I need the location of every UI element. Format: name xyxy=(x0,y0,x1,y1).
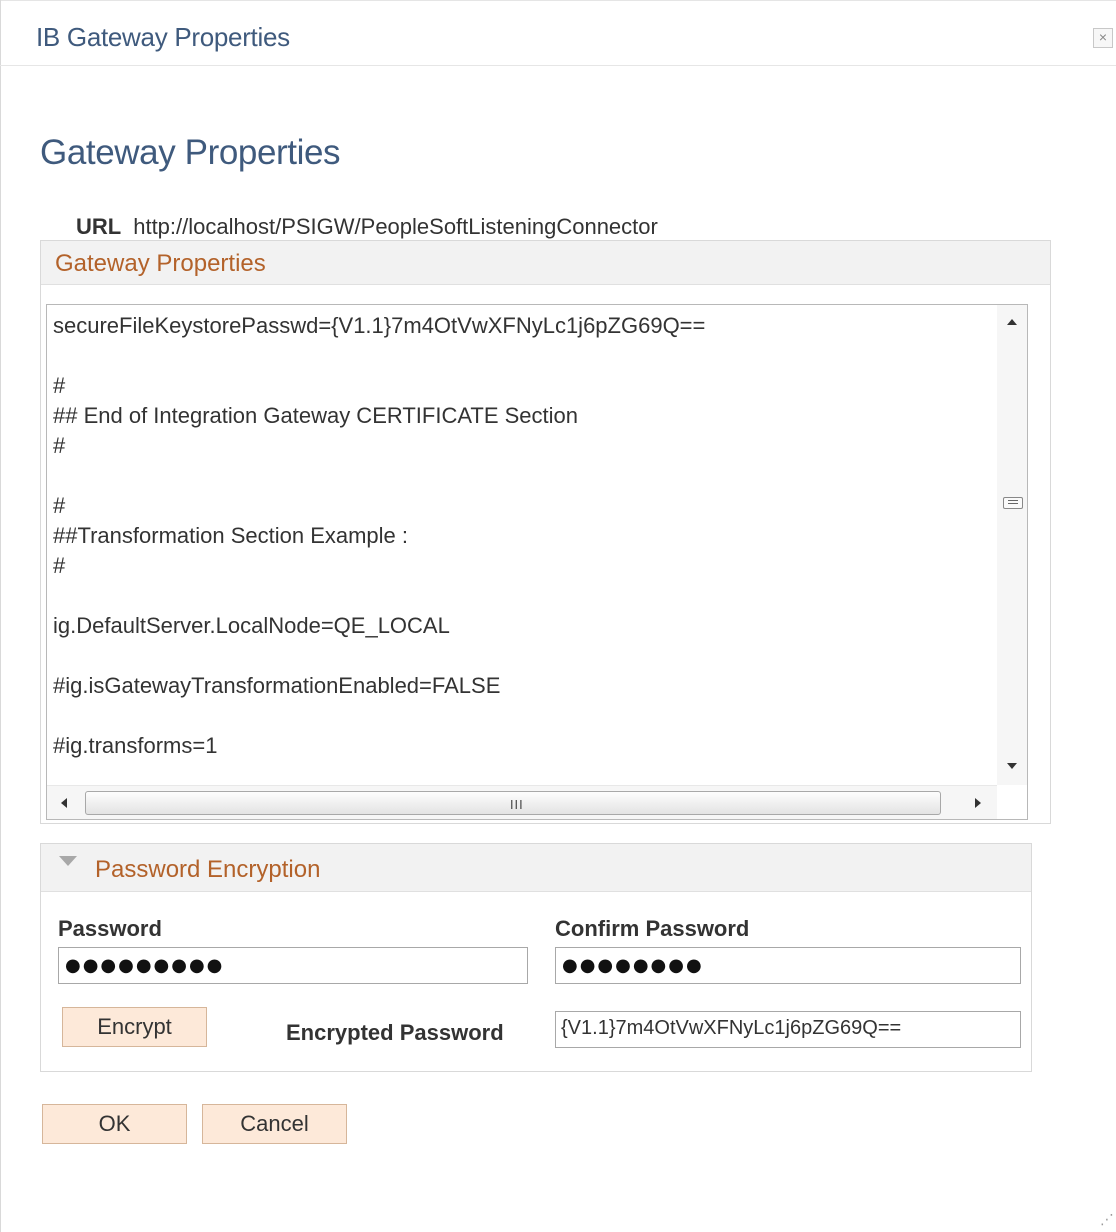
resize-grip-icon[interactable]: ⋰ xyxy=(1100,1212,1114,1228)
scroll-up-arrow-icon[interactable] xyxy=(1007,319,1017,325)
password-encryption-title[interactable]: Password Encryption xyxy=(95,856,320,884)
property-line: ## End of Integration Gateway CERTIFICAT… xyxy=(53,403,578,428)
property-line: # xyxy=(53,493,66,518)
property-line: # xyxy=(53,553,66,578)
url-value: http://localhost/PSIGW/PeopleSoftListeni… xyxy=(133,214,658,239)
password-label: Password xyxy=(58,916,162,941)
dialog-title: IB Gateway Properties xyxy=(36,22,290,52)
gateway-properties-header-title: Gateway Properties xyxy=(55,250,266,277)
property-line: # xyxy=(53,373,66,398)
url-label: URL xyxy=(76,214,122,239)
property-line: # xyxy=(53,433,66,458)
triangle-down-icon[interactable] xyxy=(59,856,77,866)
horizontal-scrollbar[interactable]: III xyxy=(47,785,997,819)
property-line: #ig.isGatewayTransformationEnabled=FALSE xyxy=(53,673,501,698)
property-line: #ig.transforms=1 xyxy=(53,733,218,758)
url-row: URL http://localhost/PSIGW/PeopleSoftList… xyxy=(76,214,658,240)
property-line: secureFileKeystorePasswd={V1.1}7m4OtVwXF… xyxy=(53,313,706,338)
scroll-down-arrow-icon[interactable] xyxy=(1007,763,1017,769)
scroll-thumb-grip-icon[interactable] xyxy=(1003,497,1023,509)
close-button[interactable]: × xyxy=(1093,28,1113,48)
property-line xyxy=(53,701,993,731)
encrypt-button[interactable]: Encrypt xyxy=(62,1007,207,1047)
confirm-password-input[interactable]: ●●●●●●●● xyxy=(555,947,1021,984)
dialog-titlebar: IB Gateway Properties × xyxy=(0,0,1116,66)
ok-button[interactable]: OK xyxy=(42,1104,187,1144)
gateway-properties-header: Gateway Properties xyxy=(41,241,1050,285)
property-line: ##Transformation Section Example : xyxy=(53,523,409,548)
horizontal-scroll-thumb[interactable]: III xyxy=(85,791,941,815)
password-encryption-section: Password Encryption Password ●●●●●●●●● C… xyxy=(40,843,1032,1072)
property-line xyxy=(53,641,993,671)
dialog-border-left xyxy=(0,0,1,1232)
gateway-properties-section: Gateway Properties secureFileKeystorePas… xyxy=(40,240,1051,824)
gateway-properties-textarea[interactable]: secureFileKeystorePasswd={V1.1}7m4OtVwXF… xyxy=(46,304,1028,820)
page-title: Gateway Properties xyxy=(40,133,341,172)
property-line xyxy=(53,461,993,491)
password-encryption-header[interactable]: Password Encryption xyxy=(41,844,1031,892)
password-input[interactable]: ●●●●●●●●● xyxy=(58,947,528,984)
gateway-properties-text[interactable]: secureFileKeystorePasswd={V1.1}7m4OtVwXF… xyxy=(53,311,993,781)
property-line xyxy=(53,581,993,611)
scroll-right-arrow-icon[interactable] xyxy=(975,798,981,808)
cancel-button[interactable]: Cancel xyxy=(202,1104,347,1144)
property-line: ig.DefaultServer.LocalNode=QE_LOCAL xyxy=(53,613,450,638)
property-line xyxy=(53,341,993,371)
vertical-scrollbar[interactable] xyxy=(997,305,1027,785)
encrypted-password-label: Encrypted Password xyxy=(286,1020,504,1045)
close-icon: × xyxy=(1098,29,1108,45)
scroll-left-arrow-icon[interactable] xyxy=(61,798,67,808)
hscroll-grip-icon: III xyxy=(510,798,524,812)
confirm-password-label: Confirm Password xyxy=(555,916,750,941)
encrypted-password-input[interactable]: {V1.1}7m4OtVwXFNyLc1j6pZG69Q== xyxy=(555,1011,1021,1048)
